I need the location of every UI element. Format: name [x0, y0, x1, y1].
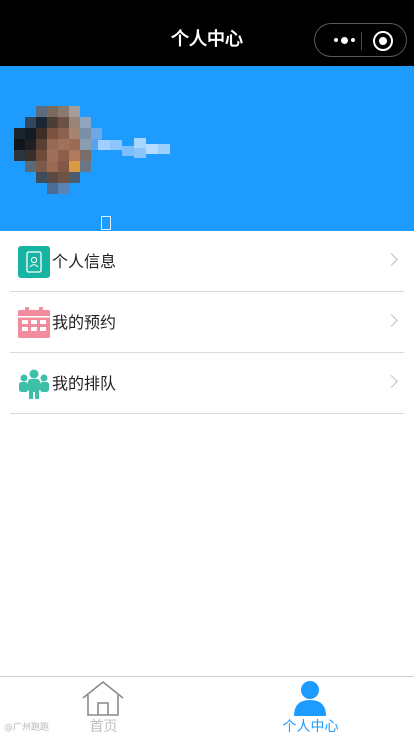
capsule-menu [314, 23, 407, 57]
missing-glyph-icon [101, 216, 111, 230]
menu-item-label: 我的排队 [52, 374, 117, 393]
app-root: 个人中心 个人信息 我的预约 我的排队 首页 @广州跑跑 个人中心 [0, 0, 414, 736]
capsule-divider [361, 32, 362, 50]
watermark-text: @广州跑跑 [4, 723, 50, 733]
menu-item-my-queue[interactable]: 我的排队 [10, 353, 404, 414]
menu-item-personal-info[interactable]: 个人信息 [10, 231, 404, 292]
navbar: 个人中心 [0, 0, 414, 66]
menu-item-label: 个人信息 [52, 252, 117, 271]
profile-header [0, 66, 414, 231]
more-dots-icon[interactable] [327, 24, 361, 56]
id-card-icon [18, 246, 50, 278]
tab-profile[interactable]: 个人中心 [207, 677, 414, 736]
people-group-icon [19, 369, 49, 399]
tab-label: 个人中心 [282, 719, 339, 735]
avatar[interactable] [14, 106, 102, 194]
target-close-icon[interactable] [373, 31, 393, 51]
calendar-icon [18, 307, 50, 338]
chevron-right-icon [385, 375, 398, 388]
menu-list: 个人信息 我的预约 我的排队 [10, 231, 404, 414]
chevron-right-icon [385, 314, 398, 327]
menu-item-label: 我的预约 [52, 313, 117, 332]
home-icon [82, 680, 124, 716]
menu-item-my-appointments[interactable]: 我的预约 [10, 292, 404, 353]
username-blurred [98, 134, 170, 162]
tab-bar: 首页 @广州跑跑 个人中心 [0, 676, 414, 736]
user-icon [294, 681, 326, 716]
tab-home[interactable]: 首页 @广州跑跑 [0, 677, 207, 736]
chevron-right-icon [385, 253, 398, 266]
